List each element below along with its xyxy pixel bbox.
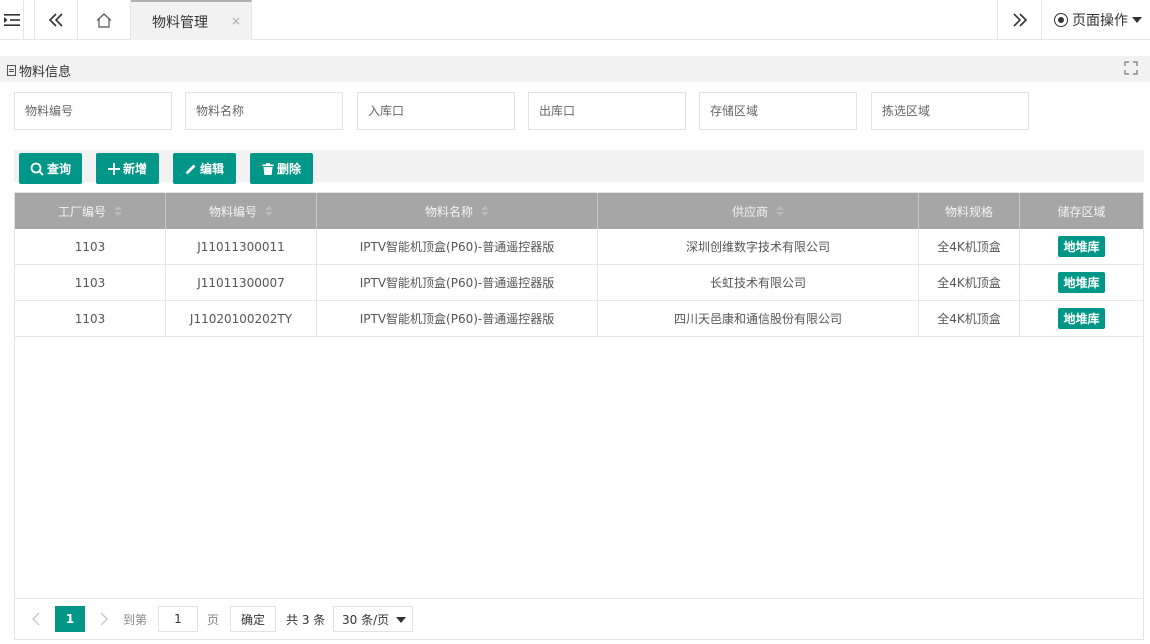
sort-icon[interactable]: [776, 206, 784, 216]
cell-material-name: IPTV智能机顶盒(P60)-普通遥控器版: [317, 229, 598, 264]
fullscreen-icon[interactable]: [1124, 61, 1138, 75]
cell-storage-area: 地堆库: [1020, 229, 1143, 264]
table-row[interactable]: 1103 J11020100202TY IPTV智能机顶盒(P60)-普通遥控器…: [15, 301, 1143, 337]
cell-supplier: 深圳创维数字技术有限公司: [598, 229, 919, 264]
trash-icon: [262, 162, 274, 175]
column-header-material-spec[interactable]: 物料规格: [919, 193, 1020, 229]
cell-factory-code: 1103: [15, 301, 166, 336]
cell-material-code: J11020100202TY: [166, 301, 317, 336]
cell-material-name: IPTV智能机顶盒(P60)-普通遥控器版: [317, 301, 598, 336]
storage-area-badge: 地堆库: [1058, 308, 1105, 329]
page-operations-label: 页面操作: [1072, 13, 1128, 29]
caret-down-icon: [396, 617, 406, 623]
table-row[interactable]: 1103 J11011300011 IPTV智能机顶盒(P60)-普通遥控器版 …: [15, 229, 1143, 265]
goto-page-input[interactable]: [158, 606, 198, 632]
pagination: 1 到第 页 确定 共 3 条 30 条/页: [15, 598, 1143, 640]
document-icon: [7, 65, 16, 76]
cell-supplier: 四川天邑康和通信股份有限公司: [598, 301, 919, 336]
chevron-left-icon[interactable]: [29, 611, 45, 627]
home-tab-button[interactable]: [78, 0, 131, 40]
radio-dot-icon: [1054, 13, 1068, 27]
chevron-right-icon[interactable]: [96, 611, 112, 627]
plus-icon: [107, 162, 120, 175]
column-header-factory-code[interactable]: 工厂编号: [15, 193, 166, 229]
cell-material-spec: 全4K机顶盒: [919, 265, 1020, 300]
goto-confirm-button[interactable]: 确定: [230, 606, 276, 632]
storage-area-badge: 地堆库: [1058, 272, 1105, 293]
column-header-storage-area[interactable]: 储存区域: [1020, 193, 1143, 229]
column-header-supplier[interactable]: 供应商: [598, 193, 919, 229]
cell-supplier: 长虹技术有限公司: [598, 265, 919, 300]
sort-icon[interactable]: [114, 206, 122, 216]
cell-factory-code: 1103: [15, 229, 166, 264]
edit-button-label: 编辑: [199, 162, 224, 176]
pencil-icon: [185, 164, 196, 174]
scroll-tabs-left-button[interactable]: [34, 0, 78, 40]
page-unit-label: 页: [207, 613, 220, 627]
double-chevron-right-icon: [1012, 13, 1027, 27]
sort-icon[interactable]: [481, 206, 489, 216]
query-button[interactable]: 查询: [19, 153, 82, 184]
cell-factory-code: 1103: [15, 265, 166, 300]
home-icon: [96, 12, 112, 28]
tab-material-management[interactable]: 物料管理 ×: [131, 0, 252, 40]
table-row[interactable]: 1103 J11011300007 IPTV智能机顶盒(P60)-普通遥控器版 …: [15, 265, 1143, 301]
scroll-tabs-right-button[interactable]: [997, 0, 1042, 40]
sort-icon[interactable]: [265, 206, 273, 216]
storage-area-input[interactable]: [699, 92, 857, 130]
delete-button-label: 删除: [276, 162, 301, 176]
material-name-input[interactable]: [185, 92, 343, 130]
add-button-label: 新增: [122, 162, 147, 176]
outbound-port-input[interactable]: [528, 92, 686, 130]
add-button[interactable]: 新增: [96, 153, 159, 184]
column-header-material-code[interactable]: 物料编号: [166, 193, 317, 229]
table-header: 工厂编号 物料编号 物料名称 供应商 物料规格 储存区域: [15, 193, 1143, 229]
page-size-value: 30 条/页: [342, 612, 390, 627]
goto-label: 到第: [123, 613, 148, 627]
panel-title: 物料信息: [7, 61, 71, 80]
page-size-select[interactable]: 30 条/页: [333, 606, 413, 632]
material-table: 工厂编号 物料编号 物料名称 供应商 物料规格 储存区域 1103 J11011…: [14, 192, 1144, 640]
picking-area-input[interactable]: [871, 92, 1029, 130]
menu-indent-icon: [3, 14, 20, 26]
query-button-label: 查询: [46, 162, 71, 176]
total-count: 共 3 条: [286, 613, 326, 627]
cell-material-code: J11011300011: [166, 229, 317, 264]
cell-material-name: IPTV智能机顶盒(P60)-普通遥控器版: [317, 265, 598, 300]
column-header-material-name[interactable]: 物料名称: [317, 193, 598, 229]
tab-close-icon[interactable]: ×: [231, 14, 241, 28]
search-icon: [30, 162, 44, 176]
page-operations-dropdown[interactable]: 页面操作: [1042, 0, 1150, 40]
storage-area-badge: 地堆库: [1058, 236, 1105, 257]
inbound-port-input[interactable]: [357, 92, 515, 130]
current-page-button[interactable]: 1: [55, 606, 85, 632]
cell-storage-area: 地堆库: [1020, 301, 1143, 336]
cell-material-code: J11011300007: [166, 265, 317, 300]
edit-button[interactable]: 编辑: [173, 153, 236, 184]
tab-label: 物料管理: [152, 15, 208, 31]
double-chevron-left-icon: [48, 13, 63, 27]
cell-storage-area: 地堆库: [1020, 265, 1143, 300]
panel-title-text: 物料信息: [19, 65, 72, 80]
cell-material-spec: 全4K机顶盒: [919, 229, 1020, 264]
cell-material-spec: 全4K机顶盒: [919, 301, 1020, 336]
caret-down-icon: [1132, 17, 1142, 23]
delete-button[interactable]: 删除: [250, 153, 313, 184]
top-tab-bar: 物料管理 × 页面操作: [0, 0, 1150, 40]
panel-header: 物料信息: [0, 56, 1150, 82]
material-code-input[interactable]: [14, 92, 172, 130]
menu-toggle-button[interactable]: [0, 0, 24, 40]
